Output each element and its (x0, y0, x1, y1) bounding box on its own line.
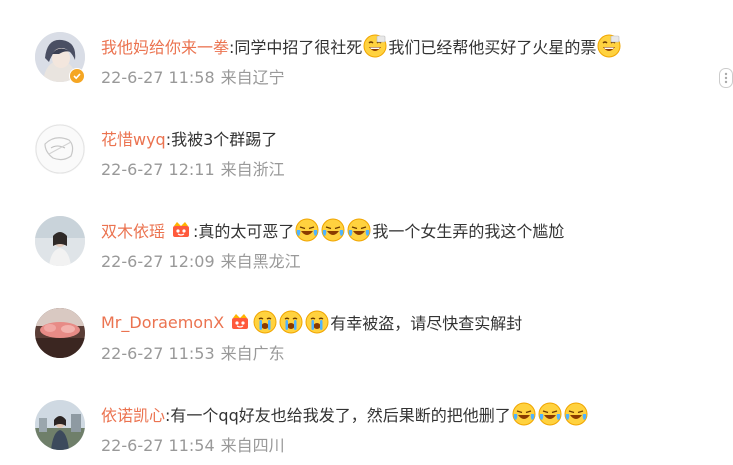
username-link[interactable]: Mr_DoraemonX (101, 313, 224, 332)
comment-meta: 22-6-27 12:11 来自浙江 (101, 156, 285, 180)
comment-text: 我一个女生弄的我这个尴尬 (372, 222, 565, 241)
comment-item: 我他妈给你来一拳:同学中招了很社死 我们已经帮他买好了火星的票 22-6-27 1… (0, 12, 733, 104)
avatar-image (35, 124, 85, 174)
cry-emoji-icon (305, 310, 329, 334)
comment-time: 22-6-27 11:54 (101, 436, 215, 455)
grin-emoji-icon (597, 34, 621, 58)
grin-emoji-icon (363, 34, 387, 58)
username-link[interactable]: 我他妈给你来一拳 (101, 34, 229, 58)
username-link[interactable]: 双木依瑶 (101, 218, 165, 242)
more-options-icon[interactable] (719, 68, 733, 88)
comment-time: 22-6-27 12:09 (101, 252, 215, 271)
comment-text: :同学中招了很社死 (229, 38, 363, 57)
laugh-cry-emoji-icon (538, 402, 562, 426)
comment-meta: 22-6-27 11:53 来自广东 (101, 340, 285, 364)
comment-item: 花惜wyq:我被3个群踢了 22-6-27 12:11 来自浙江 (0, 104, 733, 196)
crown-badge-icon (171, 220, 191, 240)
laugh-cry-emoji-icon (295, 218, 319, 242)
comment-content: Mr_DoraemonX 有幸被盗，请尽快查实解封 (101, 308, 522, 336)
comment-location: 来自浙江 (220, 160, 285, 179)
avatar[interactable] (35, 124, 85, 174)
comment-meta: 22-6-27 11:54 来自四川 (101, 432, 285, 456)
comment-location: 来自四川 (220, 436, 285, 455)
comment-list: 我他妈给你来一拳:同学中招了很社死 我们已经帮他买好了火星的票 22-6-27 1… (0, 0, 733, 465)
comment-content: 我他妈给你来一拳:同学中招了很社死 我们已经帮他买好了火星的票 (101, 32, 622, 60)
comment-location: 来自辽宁 (220, 68, 285, 87)
comment-text: :真的太可恶了 (193, 222, 295, 241)
laugh-cry-emoji-icon (321, 218, 345, 242)
cry-emoji-icon (253, 310, 277, 334)
comment-item: Mr_DoraemonX 有幸被盗，请尽快查实解封 22-6-27 11:53 来自… (0, 288, 733, 380)
laugh-cry-emoji-icon (512, 402, 536, 426)
crown-badge-icon (230, 312, 250, 332)
comment-location: 来自黑龙江 (220, 252, 301, 271)
avatar[interactable] (35, 216, 85, 266)
avatar-image (35, 308, 85, 358)
comment-time: 22-6-27 11:53 (101, 344, 215, 363)
laugh-cry-emoji-icon (564, 402, 588, 426)
avatar-image (35, 400, 85, 450)
avatar[interactable] (35, 308, 85, 358)
comment-time: 22-6-27 11:58 (101, 68, 215, 87)
cry-emoji-icon (279, 310, 303, 334)
avatar[interactable] (35, 400, 85, 450)
avatar-image (35, 216, 85, 266)
comment-content: 双木依瑶 :真的太可恶了 我一个女生弄的我这个尴尬 (101, 216, 564, 244)
comment-item: 双木依瑶 :真的太可恶了 我一个女生弄的我这个尴尬 22-6-27 12:09 来自… (0, 196, 733, 288)
username-link[interactable]: 依诺凯心 (101, 402, 165, 426)
comment-text: 我们已经帮他买好了火星的票 (388, 38, 597, 57)
comment-content: 花惜wyq:我被3个群踢了 (101, 124, 277, 152)
comment-text: :有一个qq好友也给我发了，然后果断的把他删了 (165, 406, 511, 425)
comment-meta: 22-6-27 11:58 来自辽宁 (101, 64, 285, 88)
comment-content: 依诺凯心:有一个qq好友也给我发了，然后果断的把他删了 (101, 400, 589, 428)
laugh-cry-emoji-icon (347, 218, 371, 242)
comment-text: :我被3个群踢了 (165, 130, 278, 149)
username-link[interactable]: 花惜wyq (101, 126, 166, 150)
verified-badge-icon (69, 68, 85, 84)
comment-time: 22-6-27 12:11 (101, 160, 215, 179)
comment-text: 有幸被盗，请尽快查实解封 (330, 314, 523, 333)
comment-meta: 22-6-27 12:09 来自黑龙江 (101, 248, 301, 272)
comment-location: 来自广东 (220, 344, 285, 363)
comment-item: 依诺凯心:有一个qq好友也给我发了，然后果断的把他删了 22-6-27 11:5… (0, 380, 733, 465)
